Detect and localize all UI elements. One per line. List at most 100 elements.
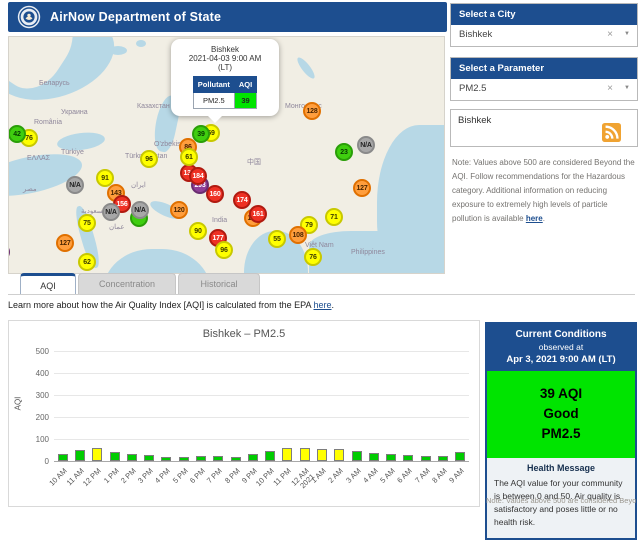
aqi-station-marker[interactable]: 71 (325, 208, 343, 226)
aqi-value: 39 AQI (539, 386, 583, 401)
aqi-parameter: PM2.5 (541, 426, 581, 441)
parameter-select-label: Select a Parameter (451, 58, 637, 79)
chart-bar (351, 450, 362, 461)
chart-gridline (54, 439, 469, 440)
chart-bar (368, 453, 379, 461)
aqi-station-marker[interactable]: 23 (335, 143, 353, 161)
aqi-station-marker[interactable]: 284 (9, 243, 10, 261)
observed-datetime: Apr 3, 2021 9:00 AM (LT) (506, 354, 616, 365)
water-pacific (377, 125, 444, 273)
chart-bar (57, 454, 68, 461)
aqi-station-marker[interactable]: 127 (56, 234, 74, 252)
map-popup: Bishkek 2021-04-03 9:00 AM (LT) Pollutan… (171, 39, 279, 123)
aqi-category: Good (543, 406, 579, 421)
aqi-station-marker[interactable]: N/A (66, 176, 84, 194)
chart-y-tick: 0 (44, 457, 49, 466)
aqi-station-marker[interactable]: 61 (180, 148, 198, 166)
city-select-input[interactable]: Bishkek × ▼ (451, 25, 637, 46)
conditions-footer-note: Note: Values above 500 are considered Be… (486, 496, 636, 505)
aqi-station-marker[interactable]: N/A (357, 136, 375, 154)
parameter-select-input[interactable]: PM2.5 × ▼ (451, 79, 637, 100)
chart-bar (92, 448, 103, 461)
aqi-station-marker[interactable]: 75 (78, 214, 96, 232)
chart-gridline (54, 351, 469, 352)
aqi-station-marker[interactable]: 39 (192, 125, 210, 143)
chart-y-tick: 100 (35, 435, 49, 444)
aqi-world-map[interactable]: Беларусь Украина România ΕΛΛΑΣ Türkiye Казахс… (8, 36, 445, 274)
map-country-label: Казахстан (137, 103, 170, 110)
water-lake-baikal (294, 55, 318, 81)
chart-bar (334, 449, 345, 461)
aqi-station-marker[interactable]: 96 (140, 150, 158, 168)
tab-historical[interactable]: Historical (178, 273, 260, 294)
chart-y-axis-label: AQI (13, 396, 23, 411)
map-country-label: Украина (61, 109, 88, 116)
aqi-station-marker[interactable]: 184 (189, 167, 207, 185)
chart-bar (126, 453, 137, 461)
chart-bar (213, 455, 224, 461)
aqi-station-marker[interactable]: N/A (102, 203, 120, 221)
rss-icon[interactable] (602, 123, 621, 142)
city-clear-icon[interactable]: × (607, 29, 613, 40)
popup-aqi-value: 39 (233, 92, 258, 109)
learn-more-prefix: Learn more about how the Air Quality Ind… (8, 300, 314, 310)
tab-concentration[interactable]: Concentration (78, 273, 176, 294)
map-country-label: Philippines (351, 249, 385, 256)
chart-bar (195, 455, 206, 461)
map-country-label: 中国 (247, 159, 261, 166)
chart-title: Bishkek – PM2.5 (202, 328, 286, 340)
aqi-station-marker[interactable]: 90 (189, 222, 207, 240)
current-conditions-header: Current Conditions observed at Apr 3, 20… (487, 324, 635, 371)
city-select-value: Bishkek (459, 29, 493, 40)
popup-datetime: 2021-04-03 9:00 AM (188, 54, 262, 63)
sidebar-note-link[interactable]: here (526, 214, 543, 223)
aqi-chart-panel: Bishkek – PM2.5 AQI 0 100 200 300 400 500 10 A… (8, 320, 480, 507)
map-country-label: Türkiye (61, 149, 84, 156)
current-conditions-title: Current Conditions (515, 329, 607, 340)
parameter-caret-icon[interactable]: ▼ (624, 85, 630, 91)
chart-y-tick: 500 (35, 347, 49, 356)
current-conditions-panel: Current Conditions observed at Apr 3, 20… (485, 322, 637, 540)
tab-aqi[interactable]: AQI (20, 273, 76, 294)
learn-more-link[interactable]: here (314, 300, 332, 310)
parameter-clear-icon[interactable]: × (607, 83, 613, 94)
chart-gridline (54, 417, 469, 418)
chart-bar (299, 448, 310, 461)
aqi-station-marker[interactable]: 76 (304, 248, 322, 266)
popup-pointer (207, 115, 223, 123)
water-lake-2 (136, 40, 146, 47)
aqi-station-marker[interactable]: N/A (131, 201, 149, 219)
chart-bar (161, 456, 172, 461)
learn-more-suffix: . (331, 300, 335, 310)
popup-table: Pollutant AQI PM2.5 39 (192, 76, 258, 109)
map-country-label: ΕΛΛΑΣ (27, 155, 51, 162)
observed-at-label: observed at (538, 342, 584, 352)
aqi-station-marker[interactable]: 127 (353, 179, 371, 197)
aqi-station-marker[interactable]: 62 (78, 253, 96, 271)
aqi-station-marker[interactable]: 108 (289, 226, 307, 244)
aqi-station-marker[interactable]: 174 (233, 191, 251, 209)
aqi-station-marker[interactable]: 55 (268, 230, 286, 248)
aqi-station-marker[interactable]: 128 (303, 102, 321, 120)
aqi-station-marker[interactable]: 42 (9, 125, 26, 143)
map-country-label: مصر (23, 186, 37, 193)
aqi-station-marker[interactable]: 96 (215, 241, 233, 259)
tabs-divider (8, 294, 635, 295)
map-country-label: عمان (109, 224, 125, 231)
aqi-category-box: 39 AQI Good PM2.5 (487, 371, 635, 458)
chart-y-tick: 300 (35, 391, 49, 400)
water-lake-1 (109, 46, 127, 55)
aqi-station-marker[interactable]: 160 (206, 185, 224, 203)
aqi-station-marker[interactable]: 161 (249, 205, 267, 223)
chart-y-tick: 200 (35, 413, 49, 422)
chart-bar (386, 454, 397, 461)
aqi-station-marker[interactable]: 120 (170, 201, 188, 219)
sidebar-note-suffix: . (542, 214, 545, 223)
chart-bar (403, 454, 414, 461)
popup-city: Bishkek (210, 45, 239, 54)
city-caret-icon[interactable]: ▼ (624, 31, 630, 37)
chart-bar (265, 451, 276, 461)
chart-bar (420, 455, 431, 461)
popup-pollutant-value: PM2.5 (192, 92, 235, 109)
city-select-box: Select a City Bishkek × ▼ (450, 3, 638, 47)
